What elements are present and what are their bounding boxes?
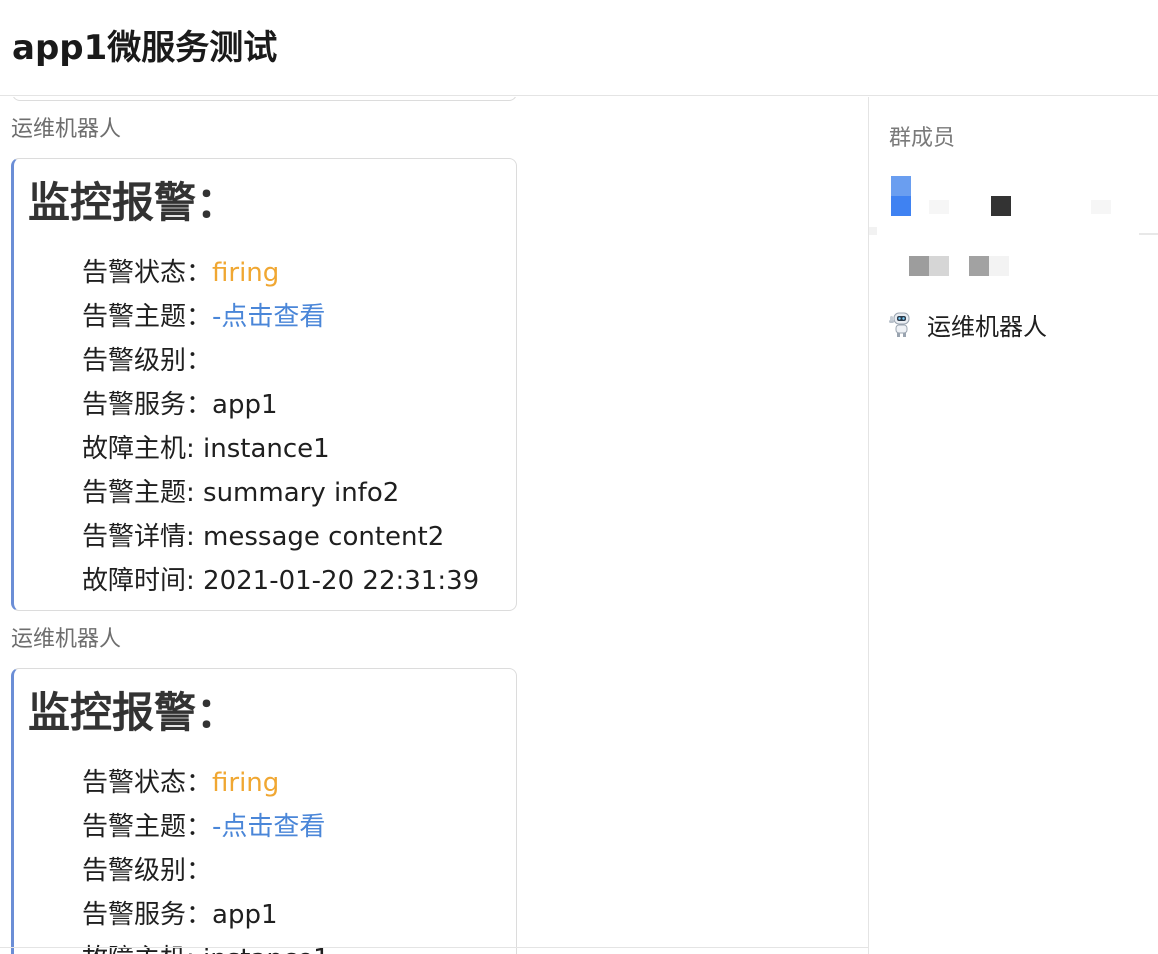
alert-fields: 告警状态：firing 告警主题：-点击查看 告警级别： 告警服务：app1 故…: [82, 251, 479, 603]
alert-field-row: 告警级别：: [82, 856, 213, 886]
chat-header: app1微服务测试: [0, 0, 1158, 96]
message-sender: 运维机器人: [11, 627, 122, 652]
previous-message-card: [12, 97, 517, 101]
alert-field-row: 故障主机: instance1: [82, 937, 330, 954]
members-heading: 群成员: [889, 126, 956, 151]
alert-card-title: 监控报警：: [28, 178, 239, 227]
alert-field-row: 告警主题：-点击查看: [82, 302, 326, 332]
view-details-link[interactable]: -点击查看: [212, 302, 325, 332]
alert-field-row: 告警状态：firing: [82, 258, 280, 288]
member-item-ops-robot[interactable]: 运维机器人: [887, 307, 1047, 341]
robot-icon: [887, 310, 915, 338]
input-divider: [0, 947, 868, 948]
alert-field-row: 故障主机: instance1: [82, 434, 330, 464]
redacted-block: [869, 227, 877, 235]
view-details-link[interactable]: -点击查看: [212, 812, 325, 842]
alert-field-row: 故障时间: 2021-01-20 22:31:39: [82, 566, 480, 596]
alert-card: 监控报警： 告警状态：firing 告警主题：-点击查看 告警级别： 告警服务：…: [11, 158, 517, 611]
member-panel: 群成员 运维机器人: [868, 97, 1158, 954]
alert-card: 监控报警： 告警状态：firing 告警主题：-点击查看 告警级别： 告警服务：…: [11, 668, 517, 954]
alert-field-row: 告警状态：firing: [82, 768, 280, 798]
alert-field-row: 告警主题: summary info2: [82, 478, 400, 508]
alert-status-value: firing: [212, 258, 280, 288]
alert-field-row: 告警主题：-点击查看: [82, 812, 326, 842]
alert-field-row: 告警级别：: [82, 346, 213, 376]
alert-fields: 告警状态：firing 告警主题：-点击查看 告警级别： 告警服务：app1 故…: [82, 761, 330, 954]
alert-field-row: 告警服务：app1: [82, 390, 278, 420]
message-list[interactable]: 运维机器人 监控报警： 告警状态：firing 告警主题：-点击查看 告警级别：…: [0, 97, 868, 954]
chat-title: app1微服务测试: [12, 28, 278, 68]
message-sender: 运维机器人: [11, 117, 122, 142]
redacted-block: [1139, 233, 1158, 235]
alert-status-value: firing: [212, 768, 280, 798]
alert-field-row: 告警服务：app1: [82, 900, 278, 930]
alert-field-row: 告警详情: message content2: [82, 522, 445, 552]
alert-card-title: 监控报警：: [28, 688, 239, 737]
member-name: 运维机器人: [927, 312, 1047, 341]
